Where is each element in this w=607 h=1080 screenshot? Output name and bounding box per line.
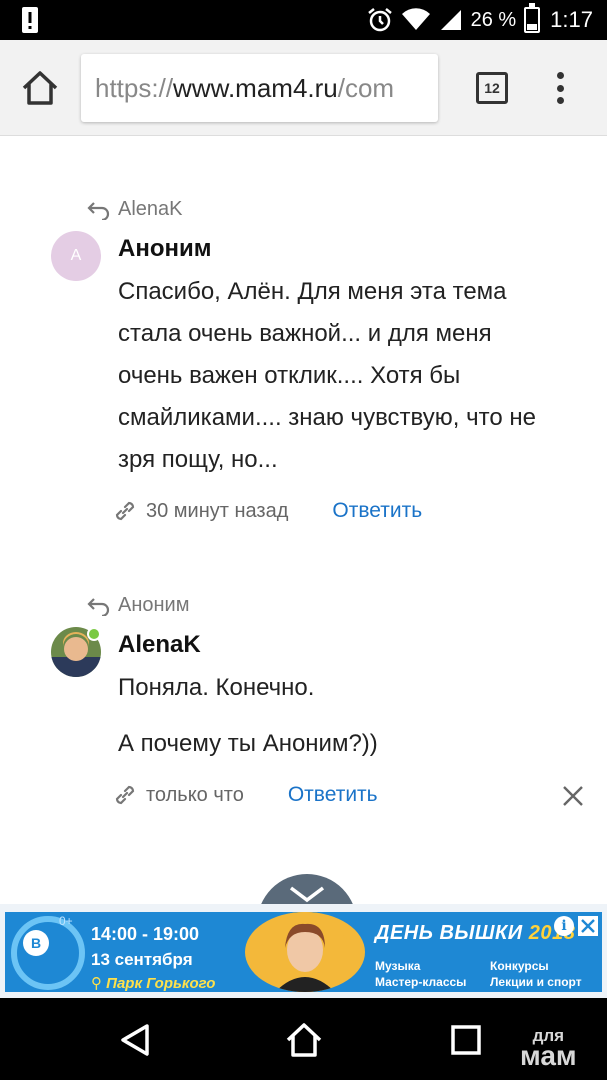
tab-switcher-button[interactable]: 12: [476, 72, 508, 104]
reply-button[interactable]: Ответить: [332, 499, 422, 523]
url-scheme: https://: [95, 72, 174, 103]
ad-title: ДЕНЬ ВЫШКИ 2018: [375, 922, 575, 945]
comment-text: Спасибо, Алён. Для меня эта тема стала о…: [118, 271, 578, 481]
ad-content[interactable]: B 0+ 14:00 - 19:00 13 сентября ⚲ Парк Го…: [5, 912, 602, 992]
ad-tag: Музыка: [375, 959, 421, 973]
clock: 1:17: [550, 7, 593, 32]
avatar[interactable]: A: [51, 231, 101, 281]
reply-to[interactable]: Аноним: [86, 594, 189, 617]
online-indicator: [87, 627, 101, 641]
wifi-icon: [401, 8, 430, 30]
link-icon[interactable]: [112, 498, 138, 524]
ad-logo-mark: B: [23, 930, 49, 956]
comment-paragraph: А почему ты Аноним?)): [118, 730, 378, 757]
watermark-line2: мам: [520, 1040, 577, 1071]
reply-button[interactable]: Ответить: [288, 783, 378, 807]
navigation-bar: [0, 998, 607, 1080]
home-icon[interactable]: [20, 70, 60, 106]
ad-logo: [11, 916, 85, 990]
comment-text: Поняла. Конечно. А почему ты Аноним?)): [118, 668, 578, 764]
browser-toolbar: https://www.mam4.ru/com 12: [0, 40, 607, 136]
comment-author[interactable]: Аноним: [118, 235, 212, 263]
alert-icon: [22, 7, 38, 33]
alarm-icon: [367, 8, 392, 32]
battery-icon: [524, 3, 541, 33]
comment-paragraph: Поняла. Конечно.: [118, 674, 315, 701]
back-icon[interactable]: [115, 1020, 155, 1060]
comment-line: Спасибо, Алён. Для меня эта тема: [118, 278, 507, 305]
ad-close-icon[interactable]: [578, 916, 598, 936]
ad-tag: Лекции и спорт: [490, 975, 582, 989]
comment-time[interactable]: только что: [146, 784, 244, 807]
comment-time[interactable]: 30 минут назад: [146, 500, 288, 523]
signal-icon: [440, 10, 461, 30]
delete-icon[interactable]: [561, 784, 585, 808]
comment-line: зря пощу, но...: [118, 446, 278, 473]
home-nav-icon[interactable]: [284, 1020, 324, 1060]
ad-info-icon[interactable]: i: [554, 916, 574, 936]
comment-meta: только что Ответить: [112, 782, 378, 808]
ad-photo: [245, 912, 365, 992]
comment-author[interactable]: AlenaK: [118, 631, 201, 659]
ad-tags: Музыка Конкурсы Мастер-классы Лекции и с…: [375, 958, 597, 990]
url-domain: www.mam4.ru: [173, 72, 338, 103]
watermark: для мам: [520, 1026, 577, 1071]
ad-date: 13 сентября: [91, 950, 193, 969]
comment-meta: 30 минут назад Ответить: [112, 498, 422, 524]
comment-line: стала очень важной... и для меня: [118, 320, 492, 347]
reply-to-name: AlenaK: [118, 198, 183, 220]
ad-tag: Конкурсы: [490, 959, 549, 973]
ad-time-range: 14:00 - 19:00: [91, 924, 200, 944]
comment-line: смайликами.... знаю чувствую, что не: [118, 404, 536, 431]
reply-arrow-icon: [87, 597, 110, 616]
ad-age-rating: 0+: [59, 914, 73, 928]
ad-title-text: ДЕНЬ ВЫШКИ: [375, 922, 523, 944]
battery-level: [527, 24, 538, 30]
status-bar: 26 % 1:17: [0, 0, 607, 40]
ad-place: ⚲ Парк Горького: [91, 975, 216, 992]
battery-percent: 26 %: [470, 8, 517, 31]
comment-line: очень важен отклик.... Хотя бы: [118, 362, 461, 389]
reply-arrow-icon: [87, 201, 110, 220]
recents-icon[interactable]: [446, 1020, 486, 1060]
url-bar[interactable]: https://www.mam4.ru/com: [81, 54, 438, 122]
ad-place-text: Парк Горького: [106, 975, 216, 992]
url-path: /com: [337, 72, 395, 103]
link-icon[interactable]: [112, 782, 138, 808]
ad-tag: Мастер-классы: [375, 975, 467, 989]
reply-to[interactable]: AlenaK: [86, 198, 183, 221]
overflow-menu-icon[interactable]: [548, 68, 572, 108]
ad-banner[interactable]: B 0+ 14:00 - 19:00 13 сентября ⚲ Парк Го…: [0, 904, 607, 998]
reply-to-name: Аноним: [118, 594, 190, 616]
